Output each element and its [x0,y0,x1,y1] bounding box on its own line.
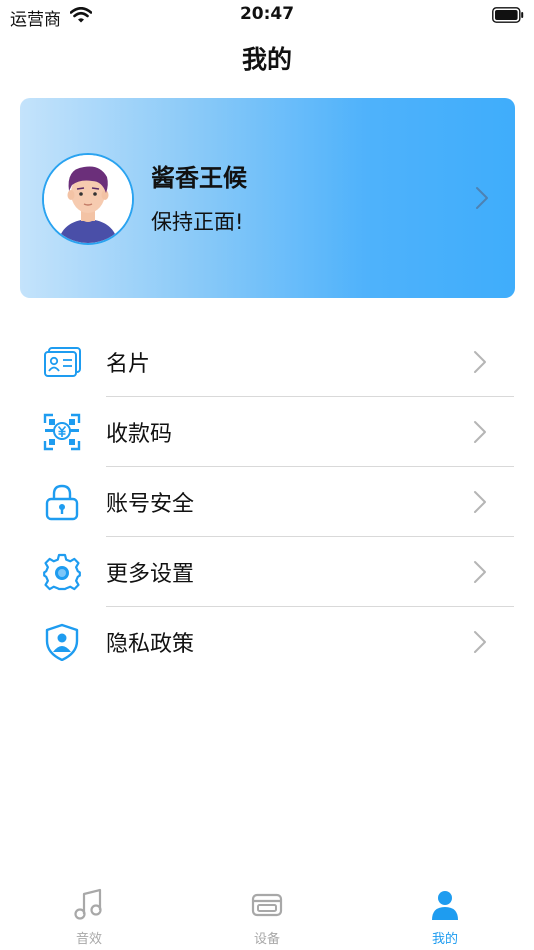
chevron-right-icon [474,631,486,653]
menu-item-label: 更多设置 [106,562,195,587]
menu-item-label: 账号安全 [106,492,195,517]
avatar [42,153,134,245]
tab-label: 设备 [253,932,280,947]
chevron-right-icon [474,421,486,443]
chevron-right-icon [474,561,486,583]
menu-item-more-settings[interactable]: 更多设置 [0,537,534,607]
tab-label: 音效 [75,932,102,947]
settings-menu: 名片 收款码 账号安全 更多设置 隐私政策 [0,327,534,677]
clock: 20:47 [239,4,295,24]
gear-icon [43,553,81,591]
tab-devices[interactable]: 设备 [217,888,317,950]
chevron-right-icon [474,491,486,513]
profile-card[interactable]: 酱香王候 保持正面! [20,98,515,298]
person-icon [432,891,458,920]
page-title: 我的 [241,45,292,74]
tab-sound-effects[interactable]: 音效 [39,888,139,950]
menu-item-label: 名片 [106,352,151,377]
profile-name: 酱香王候 [151,164,247,192]
menu-item-account-security[interactable]: 账号安全 [0,467,534,537]
battery-icon [492,7,524,23]
profile-motto: 保持正面! [151,210,244,234]
menu-item-label: 收款码 [106,422,173,447]
menu-item-payment-code[interactable]: 收款码 [0,397,534,467]
status-bar: 运营商 20:47 [0,0,534,30]
menu-item-label: 隐私政策 [106,632,195,657]
chevron-right-icon [476,187,488,209]
menu-item-privacy-policy[interactable]: 隐私政策 [0,607,534,677]
business-card-icon [44,347,81,377]
lock-icon [45,484,79,521]
device-icon [251,893,283,917]
tab-mine[interactable]: 我的 [395,888,495,950]
chevron-right-icon [474,351,486,373]
tab-bar: 音效 设备 我的 [0,880,534,950]
payment-qr-icon [43,413,81,451]
music-note-icon [74,888,102,920]
menu-item-business-card[interactable]: 名片 [0,327,534,397]
avatar-illustration [44,155,132,243]
tab-label: 我的 [431,932,458,947]
shield-user-icon [45,623,79,661]
